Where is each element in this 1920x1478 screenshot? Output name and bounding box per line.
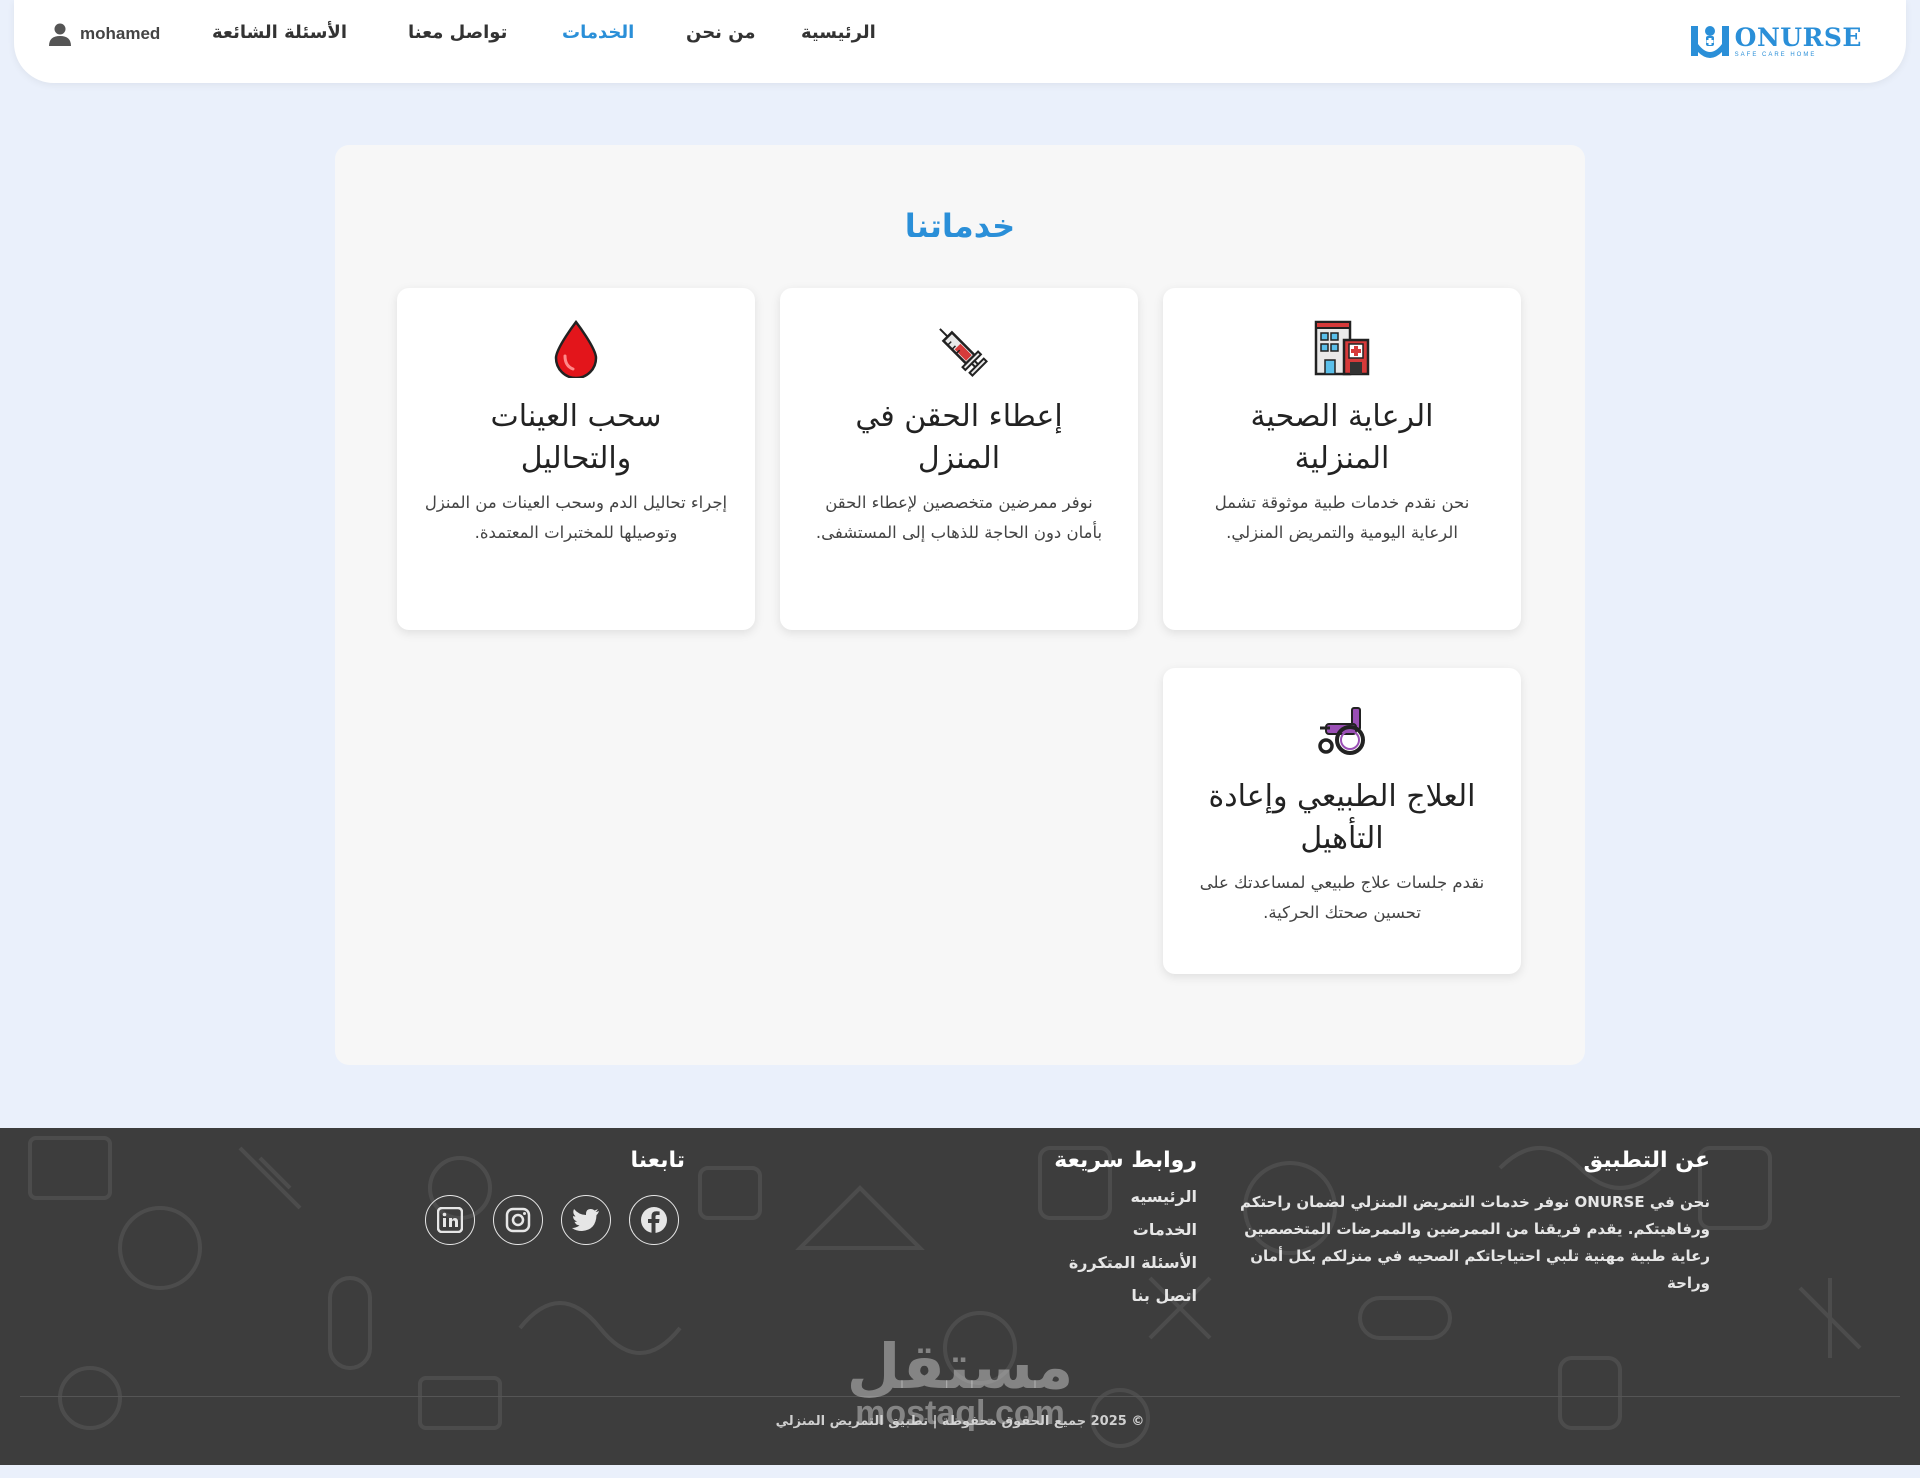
service-card-physiotherapy[interactable]: العلاج الطبيعي وإعادة التأهيل نقدم جلسات… bbox=[1163, 668, 1521, 974]
instagram-link[interactable] bbox=[493, 1195, 543, 1245]
logo-mark-icon bbox=[1690, 26, 1729, 58]
site-footer: عن التطبيق نحن في ONURSE نوفر خدمات التم… bbox=[0, 1128, 1920, 1465]
footer-link-home[interactable]: الرئيسيه bbox=[997, 1187, 1198, 1206]
service-title: العلاج الطبيعي وإعادة التأهيل bbox=[1208, 779, 1476, 856]
section-title: خدماتنا bbox=[904, 207, 1016, 245]
brand-tagline: SAFE CARE HOME bbox=[1734, 51, 1817, 58]
service-description: نوفر ممرضين متخصصين لإعطاء الحقن بأمان د… bbox=[815, 493, 1103, 542]
hospital-icon bbox=[1314, 320, 1370, 376]
nav-contact[interactable]: تواصل معنا bbox=[408, 22, 507, 43]
footer-links-heading: روابط سريعة bbox=[1054, 1148, 1197, 1173]
service-card-lab-tests[interactable]: سحب العينات والتحاليل إجراء تحاليل الدم … bbox=[397, 288, 755, 630]
footer-quick-links: روابط سريعة الرئيسيه الخدمات الأسئلة الم… bbox=[997, 1148, 1197, 1305]
nav-about[interactable]: من نحن bbox=[686, 22, 756, 43]
wheelchair-icon bbox=[1318, 707, 1365, 755]
brand-logo[interactable]: ONURSE SAFE CARE HOME bbox=[1689, 20, 1862, 62]
linkedin-icon bbox=[437, 1207, 463, 1233]
nav-home[interactable]: الرئيسية bbox=[801, 22, 876, 43]
service-title: إعطاء الحقن في المنزل bbox=[855, 399, 1063, 476]
services-section: خدماتنا الرعاية الصحية المنزلية نحن نقدم… bbox=[335, 145, 1585, 1065]
footer-about: عن التطبيق نحن في ONURSE نوفر خدمات التم… bbox=[1220, 1148, 1710, 1297]
service-description: نحن نقدم خدمات طبية موثوقة تشمل الرعاية … bbox=[1214, 493, 1470, 542]
social-links bbox=[425, 1195, 685, 1245]
footer-link-contact[interactable]: اتصل بنا bbox=[997, 1286, 1197, 1305]
service-card-injections[interactable]: إعطاء الحقن في المنزل نوفر ممرضين متخصصي… bbox=[780, 288, 1138, 630]
footer-about-heading: عن التطبيق bbox=[1583, 1148, 1711, 1173]
twitter-icon bbox=[572, 1209, 599, 1231]
footer-link-faq[interactable]: الأسئلة المتكررة bbox=[997, 1253, 1197, 1272]
facebook-icon bbox=[641, 1207, 667, 1233]
user-name: mohamed bbox=[80, 24, 161, 43]
service-description: إجراء تحاليل الدم وسحب العينات من المنزل… bbox=[424, 493, 728, 542]
blood-drop-icon bbox=[554, 319, 598, 378]
service-description: نقدم جلسات علاج طبيعي لمساعدتك على تحسين… bbox=[1199, 873, 1485, 922]
nav-services[interactable]: الخدمات bbox=[562, 22, 634, 43]
footer-divider bbox=[20, 1396, 1900, 1397]
user-icon bbox=[49, 23, 71, 46]
twitter-link[interactable] bbox=[561, 1195, 611, 1245]
linkedin-link[interactable] bbox=[425, 1195, 475, 1245]
copyright-text: © 2025 جميع الحقوق محفوظة | تطبيق التمري… bbox=[775, 1414, 1145, 1429]
user-menu[interactable]: mohamed bbox=[48, 22, 160, 46]
brand-name: ONURSE bbox=[1734, 22, 1862, 52]
footer-link-services[interactable]: الخدمات bbox=[997, 1220, 1197, 1239]
nav-faq[interactable]: الأسئلة الشائعة bbox=[212, 22, 347, 43]
service-title: الرعاية الصحية المنزلية bbox=[1250, 399, 1434, 476]
top-navbar: ONURSE SAFE CARE HOME الرئيسية من نحن ال… bbox=[14, 0, 1906, 83]
facebook-link[interactable] bbox=[629, 1195, 679, 1245]
footer-follow-heading: تابعنا bbox=[630, 1148, 685, 1173]
footer-about-text: نحن في ONURSE نوفر خدمات التمريض المنزلي… bbox=[1239, 1193, 1710, 1292]
instagram-icon bbox=[505, 1207, 531, 1233]
footer-follow: تابعنا bbox=[425, 1148, 685, 1245]
service-card-home-care[interactable]: الرعاية الصحية المنزلية نحن نقدم خدمات ط… bbox=[1163, 288, 1521, 630]
bottom-strip bbox=[0, 1465, 1920, 1478]
syringe-icon bbox=[939, 328, 988, 377]
service-title: سحب العينات والتحاليل bbox=[490, 399, 662, 476]
